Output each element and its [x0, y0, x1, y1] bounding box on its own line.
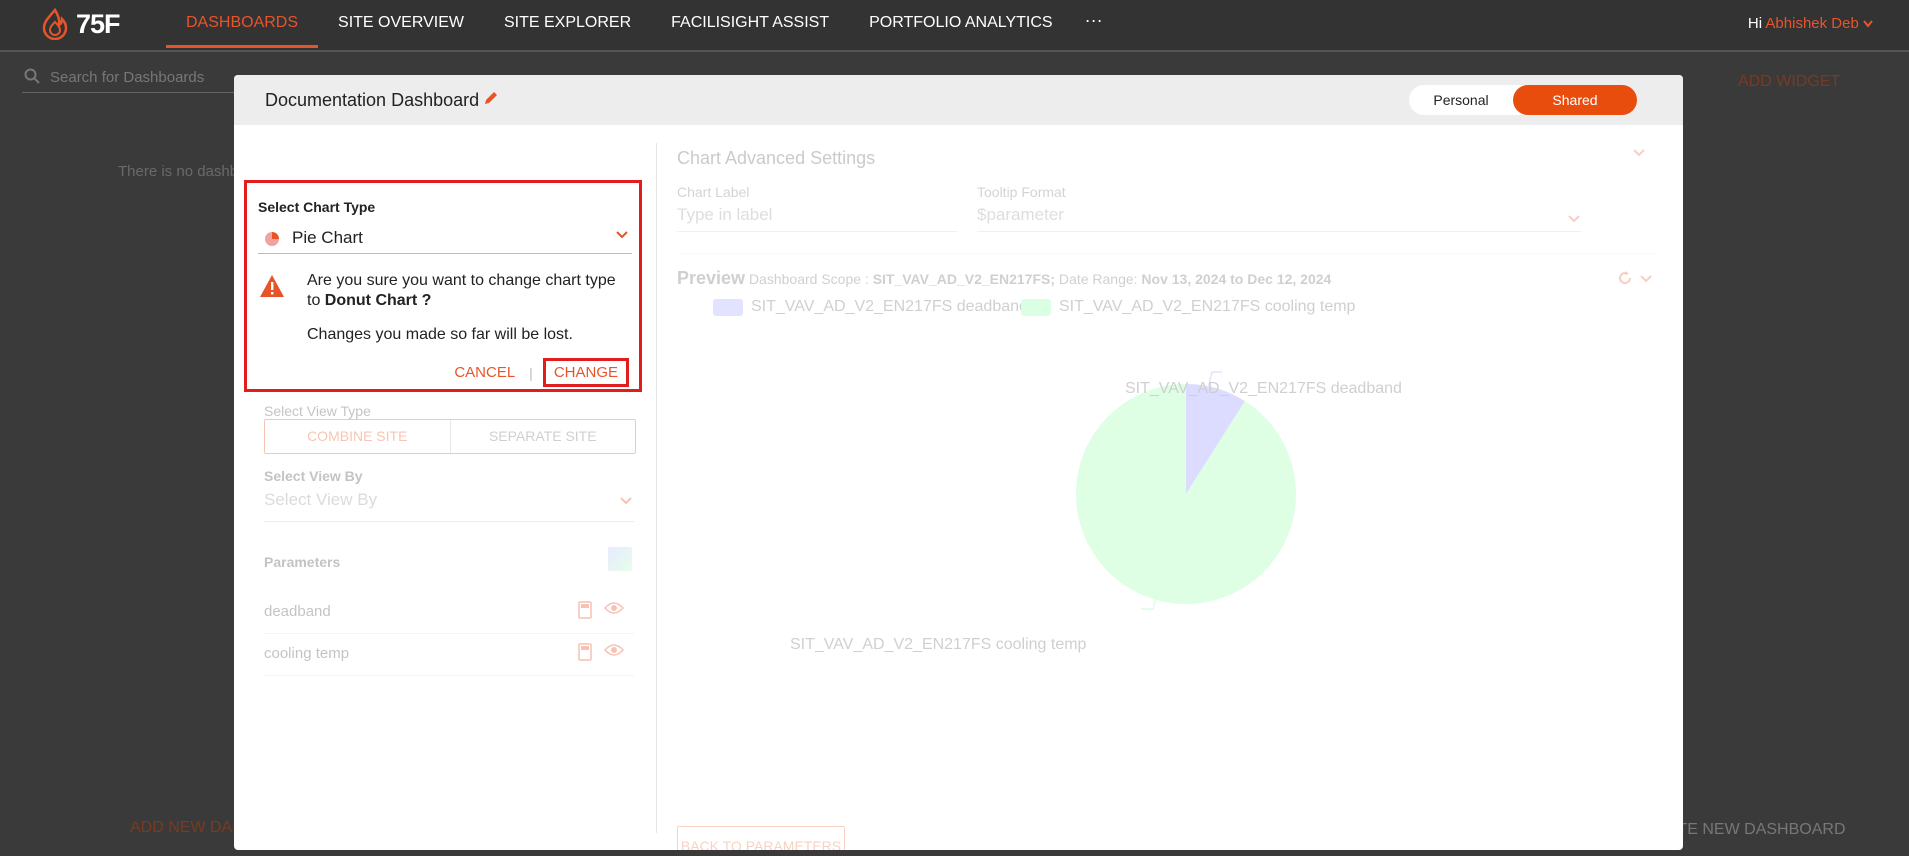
create-new-dashboard-button[interactable]: ATE NEW DASHBOARD — [1668, 821, 1846, 839]
slice-label-deadband: SIT_VAV_AD_V2_EN217FS deadband — [1125, 380, 1402, 397]
warning-icon — [260, 275, 284, 297]
cancel-button[interactable]: CANCEL — [454, 364, 515, 381]
pencil-edit-icon[interactable] — [482, 89, 500, 107]
parameter-name: deadband — [264, 603, 331, 620]
widget-editor-modal: Documentation Dashboard Personal Shared … — [234, 75, 1683, 850]
eye-icon[interactable] — [604, 643, 624, 657]
pie-chart — [1076, 371, 1296, 610]
chevron-down-icon — [616, 231, 628, 239]
toggle-shared[interactable]: Shared — [1513, 85, 1637, 115]
select-view-by-label: Select View By — [264, 468, 363, 484]
add-new-dashboard-button[interactable]: ADD NEW DAS — [130, 819, 243, 837]
combine-site-option[interactable]: COMBINE SITE — [265, 420, 450, 453]
greeting: Hi — [1747, 15, 1763, 32]
parameter-name: cooling temp — [264, 645, 350, 662]
toggle-personal[interactable]: Personal — [1409, 85, 1513, 115]
pie-slice-cooling-temp[interactable] — [1076, 384, 1296, 604]
calculator-icon[interactable] — [578, 601, 592, 619]
pie-chart-icon — [265, 232, 279, 246]
select-view-by-dropdown[interactable]: Select View By — [264, 490, 377, 510]
view-by-underline — [264, 521, 634, 522]
visibility-toggle: Personal Shared — [1409, 85, 1637, 115]
confirm-message: Are you sure you want to change chart ty… — [307, 271, 627, 311]
change-button[interactable]: CHANGE — [542, 358, 629, 387]
add-widget-button[interactable]: ADD WIDGET — [1738, 73, 1840, 91]
nav-portfolio-analytics[interactable]: PORTFOLIO ANALYTICS — [849, 0, 1072, 48]
chevron-down-icon — [1863, 20, 1873, 28]
parameter-row: cooling temp — [264, 633, 634, 676]
confirm-actions: CANCEL | CHANGE — [454, 358, 629, 387]
empty-dashboards-text: There is no dashb — [118, 163, 239, 180]
main-nav: DASHBOARDS SITE OVERVIEW SITE EXPLORER F… — [166, 0, 1115, 50]
separate-site-option[interactable]: SEPARATE SITE — [449, 420, 636, 453]
dashboard-search[interactable]: Search for Dashboards — [22, 66, 257, 93]
modal-title: Documentation Dashboard — [265, 90, 480, 110]
modal-header: Documentation Dashboard Personal Shared — [234, 75, 1683, 125]
search-placeholder: Search for Dashboards — [50, 69, 205, 86]
nav-dashboards[interactable]: DASHBOARDS — [166, 0, 319, 48]
chevron-down-icon — [620, 497, 632, 505]
user-menu[interactable]: Hi Abhishek Deb — [1748, 0, 1873, 48]
flame-logo-icon — [42, 8, 68, 40]
top-nav-bar: 75F DASHBOARDS SITE OVERVIEW SITE EXPLOR… — [0, 0, 1909, 52]
target-chart-type: Donut Chart ? — [324, 292, 432, 309]
nav-more-button[interactable]: ··· — [1073, 0, 1115, 50]
action-separator: | — [529, 364, 533, 381]
user-name: Abhishek Deb — [1765, 15, 1859, 32]
nav-site-overview[interactable]: SITE OVERVIEW — [318, 0, 484, 48]
eye-icon[interactable] — [604, 601, 624, 615]
slice-label-cooling-temp: SIT_VAV_AD_V2_EN217FS cooling temp — [790, 636, 1087, 653]
back-to-parameters-button[interactable]: BACK TO PARAMETERS — [677, 826, 845, 850]
logo-text: 75F — [76, 8, 121, 39]
select-chart-type-label: Select Chart Type — [258, 199, 376, 215]
left-settings-panel: Select View Type COMBINE SITE SEPARATE S… — [234, 125, 656, 850]
calculator-icon[interactable] — [578, 643, 592, 661]
search-icon — [24, 68, 40, 84]
select-view-type-label: Select View Type — [264, 403, 371, 419]
nav-site-explorer[interactable]: SITE EXPLORER — [484, 0, 651, 48]
parameter-row: deadband — [264, 591, 634, 634]
chart-type-value: Pie Chart — [292, 228, 363, 247]
logo[interactable]: 75F — [40, 6, 121, 42]
chart-type-dropdown[interactable]: Pie Chart — [258, 223, 632, 254]
confirm-warning-text: Changes you made so far will be lost. — [307, 326, 573, 343]
parameters-label: Parameters — [264, 554, 341, 570]
nav-facilisight-assist[interactable]: FACILISIGHT ASSIST — [651, 0, 849, 48]
view-type-segmented: COMBINE SITE SEPARATE SITE — [264, 419, 636, 454]
color-palette-button[interactable] — [608, 547, 632, 571]
right-preview-panel: Chart Advanced Settings Chart Label Type… — [657, 125, 1683, 850]
change-chart-type-confirm: Select Chart Type Pie Chart Are you sure… — [244, 180, 642, 392]
